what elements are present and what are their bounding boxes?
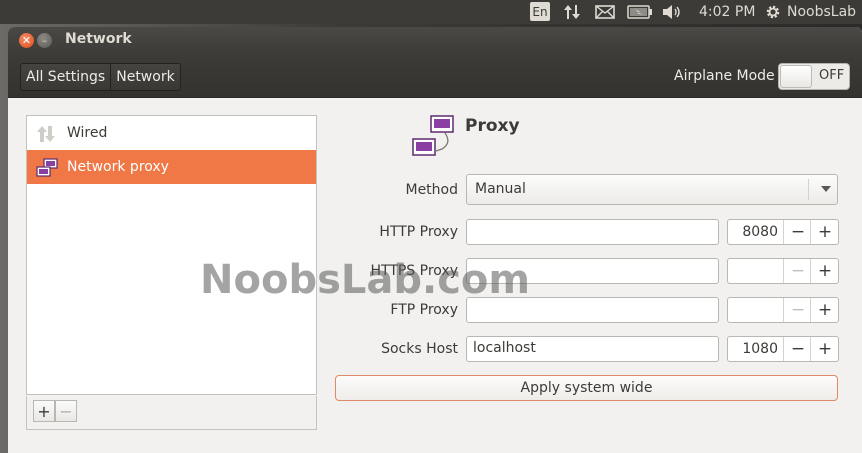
socks-port-value[interactable]: 1080 <box>728 341 778 357</box>
device-list: Wired Network proxy <box>26 115 317 395</box>
list-toolbar: + − <box>26 396 317 430</box>
network-window: ✕ – Network All Settings Network Airplan… <box>8 27 862 453</box>
ftp-proxy-port-spinner[interactable]: − + <box>727 297 839 323</box>
combo-separator <box>808 179 809 200</box>
method-select[interactable]: Manual <box>466 174 838 205</box>
http-port-value[interactable]: 8080 <box>728 224 778 240</box>
proxy-icon <box>36 158 58 178</box>
battery-icon[interactable] <box>627 0 653 24</box>
switch-state: OFF <box>819 68 845 83</box>
wired-icon <box>36 124 56 144</box>
socks-port-spinner[interactable]: 1080 − + <box>727 336 839 362</box>
http-port-plus-button[interactable]: + <box>810 220 839 244</box>
https-port-minus-button[interactable]: − <box>783 259 812 283</box>
chevron-down-icon <box>821 186 831 192</box>
socks-host-label: Socks Host <box>381 341 458 357</box>
session-gear-icon[interactable] <box>764 0 782 24</box>
airplane-mode-label: Airplane Mode <box>674 68 775 84</box>
method-value: Manual <box>475 181 526 197</box>
clock[interactable]: 4:02 PM <box>699 0 755 24</box>
ftp-proxy-host-input[interactable] <box>466 297 719 323</box>
socks-port-plus-button[interactable]: + <box>810 337 839 361</box>
switch-knob[interactable] <box>780 65 812 88</box>
crumb-network[interactable]: Network <box>110 64 179 90</box>
remove-connection-button[interactable]: − <box>55 400 77 422</box>
breadcrumb: All Settings Network <box>20 63 181 91</box>
close-button[interactable]: ✕ <box>19 33 34 48</box>
minimize-icon: – <box>41 34 48 47</box>
socks-host-input[interactable]: localhost <box>466 336 719 362</box>
http-proxy-port-spinner[interactable]: 8080 − + <box>727 219 839 245</box>
volume-icon[interactable] <box>661 0 683 24</box>
apply-system-wide-button[interactable]: Apply system wide <box>335 375 838 401</box>
mail-icon[interactable] <box>595 0 615 24</box>
list-item-wired[interactable]: Wired <box>27 116 316 150</box>
crumb-all-settings[interactable]: All Settings <box>21 64 110 90</box>
ftp-port-plus-button[interactable]: + <box>810 298 839 322</box>
airplane-mode-switch[interactable]: OFF <box>778 63 850 90</box>
https-port-plus-button[interactable]: + <box>810 259 839 283</box>
https-proxy-label: HTTPS Proxy <box>370 263 458 279</box>
http-proxy-label: HTTP Proxy <box>379 224 458 240</box>
network-arrows-icon[interactable] <box>563 0 581 24</box>
close-icon: ✕ <box>21 34 32 47</box>
user-name[interactable]: NoobsLab <box>787 0 856 24</box>
method-label: Method <box>405 182 458 198</box>
toolbar: All Settings Network Airplane Mode OFF <box>8 53 862 98</box>
list-item-network-proxy[interactable]: Network proxy <box>27 150 316 184</box>
top-panel: En 4:02 PM NoobsLab <box>0 0 862 24</box>
window-title: Network <box>65 31 132 47</box>
https-proxy-host-input[interactable] <box>466 258 719 284</box>
socks-port-minus-button[interactable]: − <box>783 337 812 361</box>
proxy-large-icon <box>412 113 454 167</box>
https-proxy-port-spinner[interactable]: − + <box>727 258 839 284</box>
title-bar: ✕ – Network <box>8 27 862 53</box>
http-port-minus-button[interactable]: − <box>783 220 812 244</box>
ftp-proxy-label: FTP Proxy <box>390 302 458 318</box>
keyboard-layout-indicator[interactable]: En <box>530 2 550 21</box>
list-item-label: Network proxy <box>67 159 169 175</box>
ftp-port-minus-button[interactable]: − <box>783 298 812 322</box>
http-proxy-host-input[interactable] <box>466 219 719 245</box>
list-item-label: Wired <box>67 125 108 141</box>
proxy-title: Proxy <box>465 116 520 136</box>
add-connection-button[interactable]: + <box>33 400 55 422</box>
minimize-button[interactable]: – <box>37 33 52 48</box>
